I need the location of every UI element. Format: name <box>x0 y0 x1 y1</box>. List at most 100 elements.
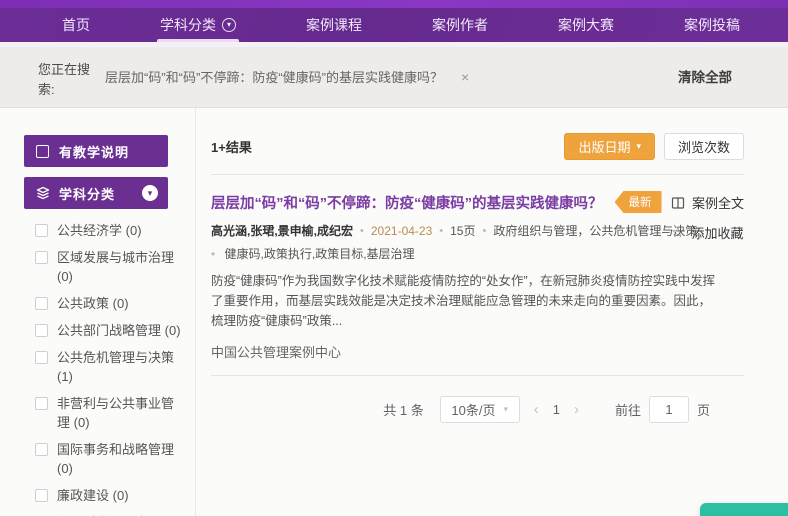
results-panel: 1+结果 出版日期 ▾ 浏览次数 层层加“码”和“码”不停蹄：防疫“健康码”的基… <box>197 108 788 516</box>
goto-label: 前往 <box>615 400 641 419</box>
subject-count: (1) <box>57 369 73 384</box>
subject-label: 公共部门战略管理 <box>57 323 161 338</box>
nav-item[interactable]: 案例作者 <box>432 8 488 42</box>
search-context-label: 您正在搜索: <box>38 60 104 100</box>
sort-by-date-button[interactable]: 出版日期 ▾ <box>564 133 655 160</box>
chevron-down-icon: ▾ <box>504 404 509 415</box>
nav-item[interactable]: 案例大赛 <box>558 8 614 42</box>
subject-count: (0) <box>57 461 73 476</box>
new-badge: 最新 <box>615 191 662 213</box>
pagination-total: 共 1 条 <box>383 400 423 419</box>
subject-label: 公共经济学 <box>57 223 122 238</box>
remove-search-term-icon[interactable]: × <box>461 69 469 85</box>
sort-buttons: 出版日期 ▾ 浏览次数 <box>564 133 744 160</box>
active-search-bar: 您正在搜索: 层层加“码”和“码”不停蹄：防疫“健康码”的基层实践健康吗？ × … <box>0 47 788 108</box>
nav-item[interactable]: 首页 <box>62 8 90 42</box>
subject-filter-item[interactable]: 区域发展与城市治理 (0) <box>35 248 187 286</box>
subject-checkbox[interactable] <box>35 443 48 456</box>
result-date: 2021-04-23 <box>371 224 432 238</box>
subject-filter-item[interactable]: 公共政策 (0) <box>35 294 187 313</box>
nav-item-label: 案例作者 <box>432 15 488 35</box>
subject-filter-item[interactable]: 国际事务和战略管理 (0) <box>35 440 187 478</box>
result-authors: 高光涵,张珺,景申榆,成纪宏 <box>211 222 353 239</box>
result-keywords-text: 健康码,政策执行,政策目标,基层治理 <box>225 247 415 261</box>
subject-label: 公共危机管理与决策 <box>57 350 174 365</box>
nav-item[interactable]: 学科分类 ▾ <box>160 8 236 42</box>
result-item: 层层加“码”和“码”不停蹄：防疫“健康码”的基层实践健康吗？ 最新 高光涵,张珺… <box>211 191 744 361</box>
subject-filter-item[interactable]: 廉政建设 (0) <box>35 486 187 505</box>
divider <box>211 174 744 175</box>
teaching-note-filter[interactable]: 有教学说明 <box>24 135 168 167</box>
nav-item[interactable]: 案例课程 <box>306 8 362 42</box>
fulltext-button[interactable]: 案例全文 <box>671 193 744 212</box>
content-area: 有教学说明 学科分类 ▾ 公共经济学 (0) 区域发展与城市治理 (0) <box>0 108 788 516</box>
subject-count: (0) <box>165 323 181 338</box>
floating-action-button[interactable] <box>700 503 788 516</box>
result-keywords: • 健康码,政策执行,政策目标,基层治理 <box>211 245 744 262</box>
nav-item-label: 首页 <box>62 15 90 35</box>
clear-all-button[interactable]: 清除全部 <box>678 66 732 86</box>
nav-item-label: 案例大赛 <box>558 15 614 35</box>
subject-filter-list: 公共经济学 (0) 区域发展与城市治理 (0) 公共政策 (0) 公共部门战略管… <box>35 221 187 516</box>
top-accent-strip <box>0 0 788 8</box>
search-term-tag: 层层加“码”和“码”不停蹄：防疫“健康码”的基层实践健康吗？ × <box>105 67 469 86</box>
chevron-down-circle-icon[interactable]: ▾ <box>222 18 236 32</box>
result-pages: 15页 <box>450 222 475 239</box>
subject-label: 公共政策 <box>57 296 109 311</box>
subject-section-header[interactable]: 学科分类 ▾ <box>24 177 168 209</box>
subject-label: 国际事务和战略管理 <box>57 442 174 457</box>
result-categories: 政府组织与管理，公共危机管理与决策 <box>493 222 697 239</box>
teaching-note-checkbox[interactable] <box>36 145 49 158</box>
results-count: 1+结果 <box>211 137 252 156</box>
document-icon <box>671 196 685 210</box>
results-header: 1+结果 出版日期 ▾ 浏览次数 <box>211 133 744 160</box>
result-actions: 案例全文 ☆ 添加收藏 <box>671 193 744 253</box>
prev-page-button[interactable]: ‹ <box>534 401 539 418</box>
nav-item[interactable]: 案例投稿 <box>684 8 740 42</box>
bullet-separator: • <box>482 225 486 237</box>
page-number-1[interactable]: 1 <box>553 402 560 417</box>
subject-count: (0) <box>113 296 129 311</box>
result-meta: 高光涵,张珺,景申榆,成纪宏 • 2021-04-23 • 15页 • 政府组织… <box>211 222 744 239</box>
subject-filter-item[interactable]: 非营利与公共事业管理 (0) <box>35 394 187 432</box>
divider <box>211 375 744 376</box>
caret-down-icon: ▾ <box>636 141 641 152</box>
subject-checkbox[interactable] <box>35 489 48 502</box>
star-icon: ☆ <box>671 225 684 240</box>
main-nav: 首页 学科分类 ▾ 案例课程 案例作者 案例大赛 案例投稿 <box>0 8 788 42</box>
subject-checkbox[interactable] <box>35 397 48 410</box>
page-size-select[interactable]: 10条/页 ▾ <box>440 396 520 423</box>
sort-by-views-button[interactable]: 浏览次数 <box>664 133 744 160</box>
subject-count: (0) <box>57 269 73 284</box>
goto-page-input[interactable] <box>649 396 689 423</box>
result-abstract: 防疫“健康码”作为我国数字化技术赋能疫情防控的“处女作”，在新冠肺炎疫情防控实践… <box>211 271 716 331</box>
subject-count: (0) <box>126 223 142 238</box>
subject-checkbox[interactable] <box>35 297 48 310</box>
nav-item-label: 学科分类 <box>160 15 216 35</box>
filter-sidebar: 有教学说明 学科分类 ▾ 公共经济学 (0) 区域发展与城市治理 (0) <box>0 108 196 516</box>
subject-filter-item[interactable]: 公共经济学 (0) <box>35 221 187 240</box>
next-page-button[interactable]: › <box>574 401 579 418</box>
result-title-link[interactable]: 层层加“码”和“码”不停蹄：防疫“健康码”的基层实践健康吗？ <box>211 192 603 213</box>
subject-checkbox[interactable] <box>35 224 48 237</box>
favorite-button[interactable]: ☆ 添加收藏 <box>671 223 744 242</box>
subject-checkbox[interactable] <box>35 324 48 337</box>
nav-item-label: 案例课程 <box>306 15 362 35</box>
teaching-note-label: 有教学说明 <box>59 142 129 161</box>
goto-suffix: 页 <box>697 400 710 419</box>
subject-filter-item[interactable]: 公共危机管理与决策 (1) <box>35 348 187 386</box>
subject-label: 廉政建设 <box>57 488 109 503</box>
subject-count: (0) <box>74 415 90 430</box>
subject-filter-item[interactable]: 公共部门战略管理 (0) <box>35 321 187 340</box>
subject-checkbox[interactable] <box>35 251 48 264</box>
subject-count: (0) <box>113 488 129 503</box>
search-term-text: 层层加“码”和“码”不停蹄：防疫“健康码”的基层实践健康吗？ <box>105 67 443 86</box>
bullet-separator: • <box>360 225 364 237</box>
subject-checkbox[interactable] <box>35 351 48 364</box>
chevron-down-icon[interactable]: ▾ <box>142 185 158 201</box>
subject-label: 区域发展与城市治理 <box>57 250 174 265</box>
pagination: 共 1 条 10条/页 ▾ ‹ 1 › 前往 页 <box>211 396 710 423</box>
result-source: 中国公共管理案例中心 <box>211 342 744 361</box>
subject-section-title: 学科分类 <box>59 184 115 203</box>
layers-icon <box>36 186 50 200</box>
